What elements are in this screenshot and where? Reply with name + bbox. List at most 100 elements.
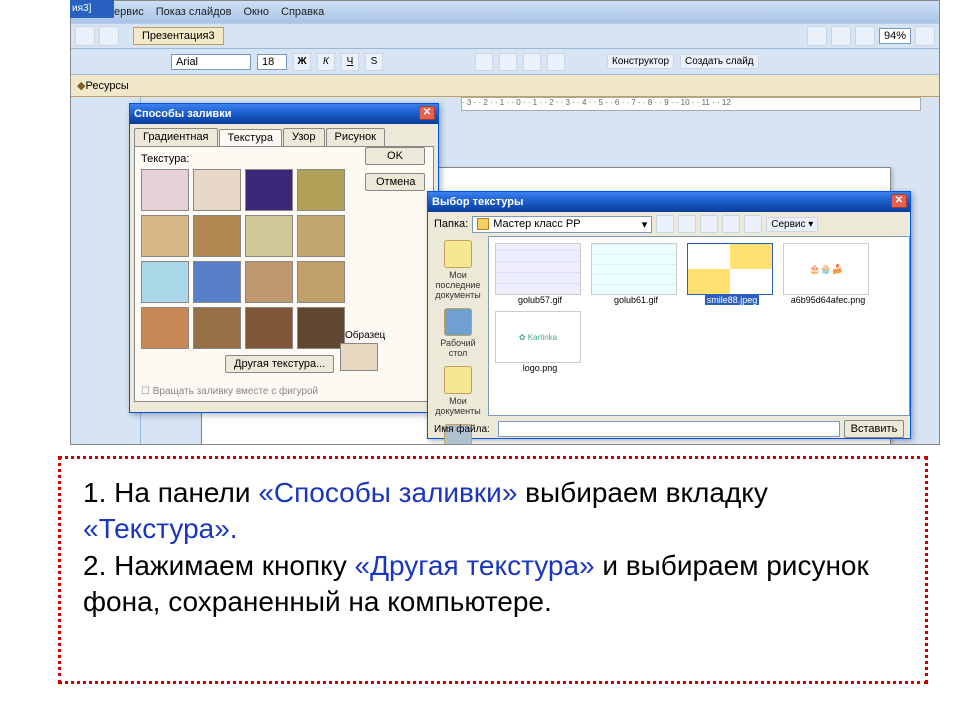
folder-combo[interactable]: Мастер класс РР ▾ — [472, 216, 652, 233]
file-dialog-titlebar[interactable]: Выбор текстуры ✕ — [428, 192, 910, 212]
rotate-fill-checkbox[interactable]: ☐ Вращать заливку вместе с фигурой — [141, 386, 318, 397]
fill-tabs: Градиентная Текстура Узор Рисунок — [130, 124, 438, 146]
standard-toolbar: Презентация3 94% — [71, 23, 939, 49]
close-icon[interactable]: ✕ — [419, 106, 435, 120]
file-list[interactable]: golub57.gif golub61.gif smile88.jpeg 🎂🧁🍰… — [488, 236, 910, 416]
file-thumb — [495, 243, 581, 295]
instruction-box: 1. На панели «Способы заливки» выбираем … — [58, 456, 928, 684]
texture-swatch[interactable] — [245, 307, 293, 349]
resources-label[interactable]: Ресурсы — [85, 80, 128, 92]
filename-label: Имя файла: — [434, 424, 494, 435]
zoom-level[interactable]: 94% — [879, 28, 911, 44]
tab-pattern[interactable]: Узор — [283, 128, 325, 146]
tab-texture[interactable]: Текстура — [219, 129, 282, 147]
texture-swatch[interactable] — [245, 169, 293, 211]
powerpoint-window: иат Сервис Показ слайдов Окно Справка Пр… — [70, 0, 940, 445]
resources-bar: ◆ Ресурсы — [71, 75, 939, 97]
insert-button[interactable]: Вставить — [844, 420, 904, 438]
menu-help[interactable]: Справка — [281, 6, 324, 18]
align-button[interactable] — [499, 53, 517, 71]
fill-dialog-title: Способы заливки — [134, 108, 231, 120]
close-icon[interactable]: ✕ — [891, 194, 907, 208]
shadow-button[interactable]: S — [365, 53, 383, 71]
folder-icon — [477, 218, 489, 230]
toolbar-button[interactable] — [99, 26, 119, 46]
formatting-toolbar: Arial 18 Ж К Ч S Конструктор Создать сла… — [71, 49, 939, 75]
texture-swatch[interactable] — [141, 307, 189, 349]
cancel-button[interactable]: Отмена — [365, 173, 425, 191]
file-thumb: 🎂🧁🍰 — [783, 243, 869, 295]
file-item[interactable]: ✿ Kartinka logo.png — [495, 311, 585, 373]
align-button[interactable] — [523, 53, 541, 71]
texture-swatch[interactable] — [297, 169, 345, 211]
place-desktop[interactable]: Рабочий стол — [430, 308, 486, 358]
texture-swatch[interactable] — [141, 215, 189, 257]
texture-swatch[interactable] — [297, 307, 345, 349]
new-slide-button[interactable]: Создать слайд — [680, 54, 759, 69]
tab-gradient[interactable]: Градиентная — [134, 128, 218, 146]
up-icon[interactable] — [678, 215, 696, 233]
texture-swatch[interactable] — [297, 215, 345, 257]
texture-swatch[interactable] — [245, 215, 293, 257]
texture-grid — [141, 169, 427, 349]
horizontal-ruler: · 3 · · 2 · · 1 · · 0 · · 1 · · 2 · · 3 … — [461, 97, 921, 111]
bold-button[interactable]: Ж — [293, 53, 311, 71]
texture-swatch[interactable] — [193, 307, 241, 349]
file-toolbar: Папка: Мастер класс РР ▾ Сервис ▾ — [428, 212, 910, 236]
italic-button[interactable]: К — [317, 53, 335, 71]
cancel-button[interactable]: Отмена — [844, 444, 904, 445]
file-thumb — [687, 243, 773, 295]
sample-label: Образец — [345, 330, 385, 341]
file-item[interactable]: golub61.gif — [591, 243, 681, 305]
font-family[interactable]: Arial — [171, 54, 251, 70]
file-bottom: Имя файла: Вставить — [428, 416, 910, 442]
underline-button[interactable]: Ч — [341, 53, 359, 71]
ok-button[interactable]: OK — [365, 147, 425, 165]
folder-label: Папка: — [434, 218, 468, 230]
file-thumb: ✿ Kartinka — [495, 311, 581, 363]
tools-menu[interactable]: Сервис ▾ — [766, 217, 818, 232]
file-bottom-2: Тип файлов: Все рисунки (*.emf;*.wmf;*.j… — [428, 440, 910, 445]
desktop-icon — [444, 308, 472, 336]
designer-button[interactable]: Конструктор — [607, 54, 674, 69]
texture-tab-body: Текстура: OK Отмена Обра — [134, 146, 434, 402]
texture-swatch[interactable] — [193, 169, 241, 211]
texture-swatch[interactable] — [141, 261, 189, 303]
texture-swatch[interactable] — [141, 169, 189, 211]
texture-swatch[interactable] — [193, 261, 241, 303]
file-item[interactable]: golub57.gif — [495, 243, 585, 305]
sample-preview — [340, 343, 378, 371]
place-recent[interactable]: Мои последние документы — [430, 240, 486, 300]
toolbar-button[interactable] — [915, 26, 935, 46]
toolbar-button[interactable] — [831, 26, 851, 46]
filename-input[interactable] — [498, 421, 840, 437]
font-size[interactable]: 18 — [257, 54, 287, 70]
texture-swatch[interactable] — [245, 261, 293, 303]
align-button[interactable] — [547, 53, 565, 71]
file-item[interactable]: smile88.jpeg — [687, 243, 777, 305]
back-icon[interactable] — [656, 215, 674, 233]
texture-swatch[interactable] — [193, 215, 241, 257]
new-folder-icon[interactable] — [744, 215, 762, 233]
delete-icon[interactable] — [722, 215, 740, 233]
file-item[interactable]: 🎂🧁🍰 a6b95d64afec.png — [783, 243, 873, 305]
document-tab[interactable]: Презентация3 — [133, 27, 224, 45]
place-mydocs[interactable]: Мои документы — [430, 366, 486, 416]
places-bar: Мои последние документы Рабочий стол Мои… — [428, 236, 488, 416]
folder-icon — [444, 240, 472, 268]
tab-picture[interactable]: Рисунок — [326, 128, 386, 146]
fill-dialog-titlebar[interactable]: Способы заливки ✕ — [130, 104, 438, 124]
file-dialog-title: Выбор текстуры — [432, 196, 523, 208]
menu-window[interactable]: Окно — [243, 6, 269, 18]
menu-slideshow[interactable]: Показ слайдов — [156, 6, 232, 18]
menu-bar[interactable]: иат Сервис Показ слайдов Окно Справка — [71, 1, 939, 23]
other-texture-button[interactable]: Другая текстура... — [225, 355, 334, 373]
texture-file-dialog: Выбор текстуры ✕ Папка: Мастер класс РР … — [427, 191, 911, 439]
texture-swatch[interactable] — [297, 261, 345, 303]
toolbar-button[interactable] — [855, 26, 875, 46]
toolbar-button[interactable] — [75, 26, 95, 46]
file-thumb — [591, 243, 677, 295]
toolbar-button[interactable] — [807, 26, 827, 46]
search-icon[interactable] — [700, 215, 718, 233]
align-button[interactable] — [475, 53, 493, 71]
